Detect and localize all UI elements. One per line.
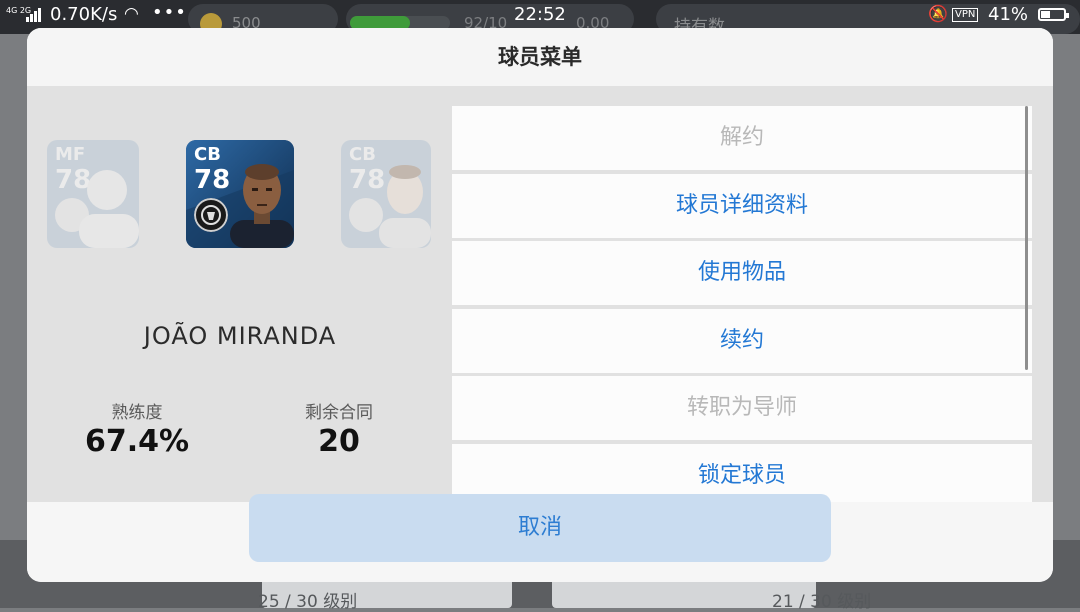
contract-label: 剩余合同 — [305, 403, 373, 423]
dialog-body: MF 78 CB 78 CB 78 JOÃO MIRANDA 熟练度 67.4%… — [27, 86, 1053, 502]
previous-player-card[interactable]: MF 78 — [47, 140, 139, 248]
mute-bell-icon: 🔕 — [928, 4, 948, 23]
player-portrait — [230, 164, 294, 248]
background-level-right: 21 / 30 级别 — [772, 592, 872, 612]
more-dots: ••• — [152, 2, 187, 23]
network-speed: 0.70K/s — [50, 4, 118, 25]
menu-item-player-details[interactable]: 球员详细资料 — [452, 174, 1032, 238]
player-menu-dialog: 球员菜单 MF 78 CB 78 CB 78 JOÃO MIRANDA 熟练度 … — [27, 28, 1053, 582]
background-level-left: 25 / 30 级别 — [258, 592, 358, 612]
vpn-icon: VPN — [952, 8, 979, 22]
menu-item-renew-contract[interactable]: 续约 — [452, 309, 1032, 373]
wifi-icon: ◠ — [124, 4, 139, 24]
signal-icon — [26, 8, 42, 22]
card-position: CB — [194, 144, 221, 165]
menu-scrollbar[interactable] — [1025, 106, 1028, 370]
player-name: JOÃO MIRANDA — [143, 322, 337, 350]
proficiency-label: 熟练度 — [111, 403, 163, 423]
contract-value: 20 — [318, 424, 360, 459]
player-portrait — [379, 165, 431, 248]
next-player-card[interactable]: CB 78 — [341, 140, 431, 248]
cancel-button[interactable]: 取消 — [249, 494, 831, 562]
battery-icon — [1038, 8, 1069, 21]
club-badge-icon — [194, 198, 228, 232]
menu-item-convert-to-trainer: 转职为导师 — [452, 376, 1032, 440]
menu-item-use-item[interactable]: 使用物品 — [452, 241, 1032, 305]
player-portrait — [79, 170, 139, 248]
current-player-card: CB 78 — [186, 140, 294, 248]
action-menu[interactable]: 解约 球员详细资料 使用物品 续约 转职为导师 锁定球员 — [452, 106, 1032, 502]
proficiency-value: 67.4% — [84, 424, 190, 459]
battery-percent: 41% — [988, 4, 1029, 25]
menu-item-release: 解约 — [452, 106, 1032, 170]
dialog-footer: 取消 — [27, 494, 1053, 582]
status-bar: 4G 2G 0.70K/s ◠ ••• 22:52 🔕 VPN 41% — [0, 0, 1080, 30]
clock: 22:52 — [514, 4, 566, 25]
dialog-title: 球员菜单 — [27, 28, 1053, 86]
